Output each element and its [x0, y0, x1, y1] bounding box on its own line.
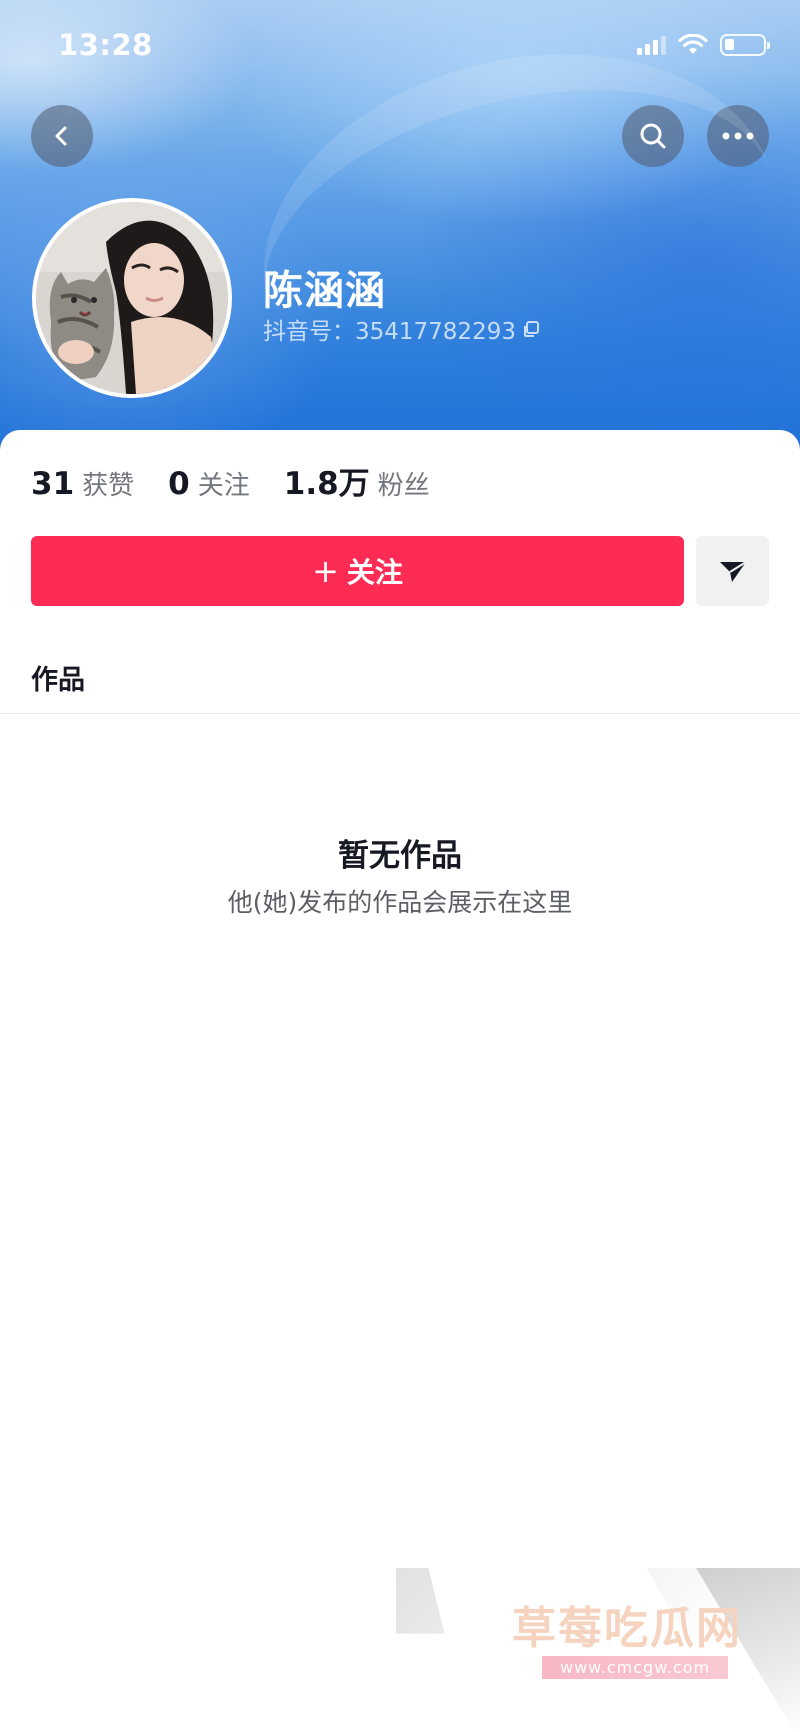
- stat-following[interactable]: 0 关注: [168, 465, 250, 502]
- stat-following-label: 关注: [197, 471, 250, 501]
- chevron-left-icon: [55, 126, 67, 146]
- stat-followers[interactable]: 1.8万 粉丝: [284, 458, 430, 503]
- copy-icon[interactable]: [522, 320, 540, 338]
- avatar[interactable]: [32, 198, 232, 398]
- profile-stats: 31 获赞 0 关注 1.8万 粉丝: [31, 458, 430, 503]
- wifi-icon: [678, 34, 708, 54]
- stat-followers-label: 粉丝: [377, 471, 430, 501]
- profile-name: 陈涵涵: [263, 268, 386, 314]
- stat-likes-value: 31: [31, 466, 75, 502]
- profile-id-label: 抖音号：35417782293: [263, 319, 516, 345]
- avatar-image: [36, 202, 228, 394]
- follow-button[interactable]: + 关注: [31, 536, 684, 606]
- search-icon: [640, 123, 666, 149]
- profile-id-row[interactable]: 抖音号：35417782293: [263, 312, 540, 346]
- empty-state-title: 暂无作品: [338, 838, 462, 874]
- stat-followers-value: 1.8万: [283, 466, 370, 502]
- tab-divider: [0, 713, 800, 714]
- signal-icon: [637, 35, 666, 55]
- search-button[interactable]: [622, 105, 684, 167]
- empty-state-subtitle: 他(她)发布的作品会展示在这里: [227, 888, 573, 917]
- watermark-text: 草莓吃瓜网: [512, 1603, 742, 1654]
- follow-button-label: 关注: [346, 556, 403, 589]
- stat-likes[interactable]: 31 获赞: [31, 465, 134, 502]
- profile-screen: 13:28 陈涵涵 抖音号：35417782293 31 获赞 0 关注 1.8…: [0, 0, 800, 1732]
- profile-header-background: 13:28 陈涵涵 抖音号：35417782293: [0, 0, 800, 460]
- more-options-button[interactable]: [707, 105, 769, 167]
- share-button[interactable]: [696, 536, 769, 606]
- watermark: 草莓吃瓜网 www.cmcgw.com: [396, 1568, 800, 1732]
- battery-icon: [720, 34, 770, 56]
- back-button[interactable]: [31, 105, 93, 167]
- tab-works[interactable]: 作品: [31, 658, 85, 697]
- plus-icon: +: [312, 552, 339, 590]
- profile-content-card: 31 获赞 0 关注 1.8万 粉丝 + 关注 作品 暂无作品 他(她)发布的作…: [0, 430, 800, 1732]
- stat-likes-label: 获赞: [82, 471, 135, 501]
- more-dots-icon: [722, 132, 754, 140]
- watermark-url: www.cmcgw.com: [542, 1656, 729, 1679]
- send-icon: [719, 561, 747, 582]
- stat-following-value: 0: [168, 466, 190, 502]
- status-icons: [637, 34, 770, 56]
- status-time: 13:28: [58, 28, 153, 62]
